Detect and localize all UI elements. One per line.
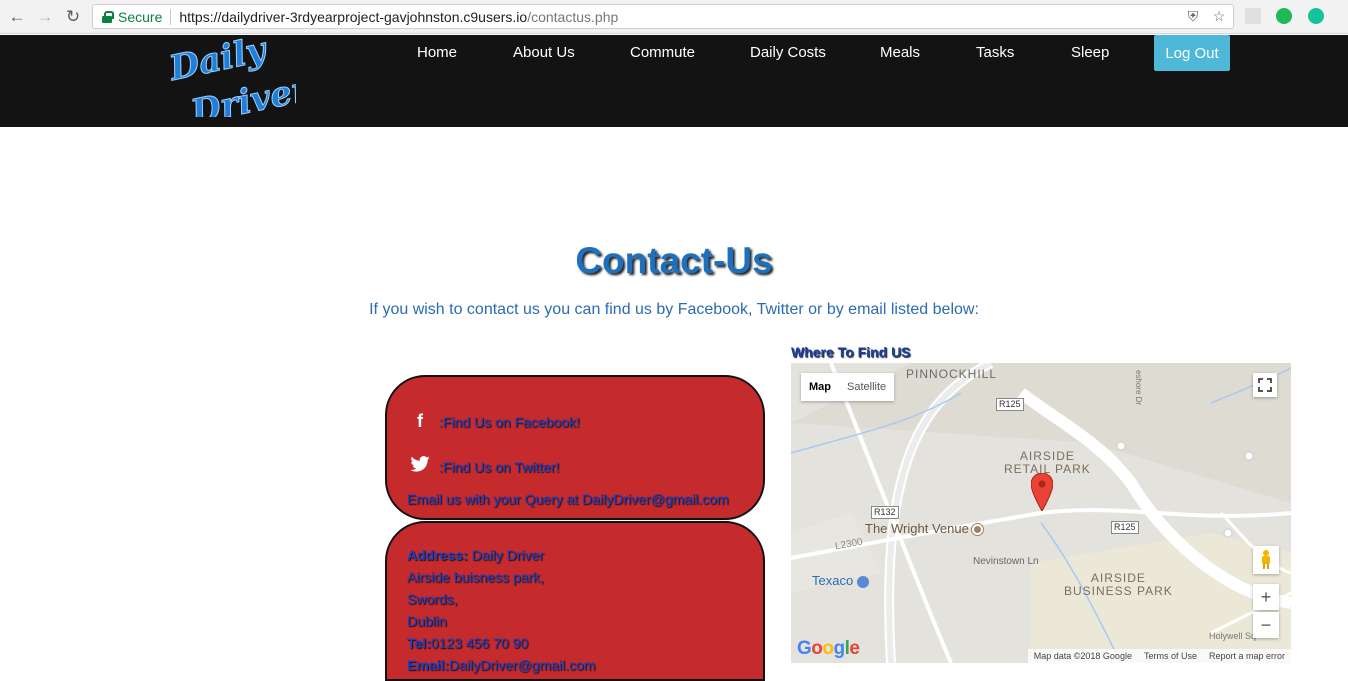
map-data-attribution: Map data ©2018 Google <box>1033 651 1132 661</box>
zoom-out-icon[interactable]: − <box>1253 612 1279 638</box>
daily-driver-logo[interactable]: Daily Driver <box>166 35 296 117</box>
google-logo[interactable]: Google <box>797 638 860 660</box>
address-line-3: Swords, <box>407 591 458 607</box>
tel-value: 0123 456 70 90 <box>430 635 529 651</box>
road-r125-north: R125 <box>996 398 1024 411</box>
facebook-icon: f <box>417 411 423 431</box>
url-host: https://dailydriver-3rdyearproject-gavjo… <box>179 8 528 25</box>
address-label: Address: <box>407 547 468 563</box>
fullscreen-icon[interactable] <box>1253 373 1277 397</box>
twitter-label: :Find Us on Twitter! <box>439 458 560 475</box>
map-type-satellite[interactable]: Satellite <box>839 373 894 401</box>
browser-toolbar: ← → ↻ Secure https://dailydriver-3rdyear… <box>0 0 1348 34</box>
map-label-nevinstown: Nevinstown Ln <box>973 556 1039 567</box>
map-label-wright-venue: The Wright Venue <box>865 521 984 536</box>
cast-icon[interactable] <box>1245 8 1261 24</box>
map-label-shore: eshore Dr <box>1134 369 1144 406</box>
map-title: Where To Find US <box>791 344 911 360</box>
map-label-texaco: Texaco <box>812 573 869 588</box>
chat-extension-icon[interactable] <box>1276 8 1292 24</box>
nav-commute[interactable]: Commute <box>630 44 695 61</box>
twitter-icon <box>409 456 431 477</box>
road-r132: R132 <box>871 506 899 519</box>
map-label-airside-business: AIRSIDE BUSINESS PARK <box>1064 571 1173 598</box>
zoom-in-icon[interactable]: + <box>1253 584 1279 610</box>
facebook-label: :Find Us on Facebook! <box>439 413 580 430</box>
twitter-link[interactable]: :Find Us on Twitter! <box>409 456 559 477</box>
facebook-link[interactable]: f :Find Us on Facebook! <box>409 411 580 432</box>
address-bar[interactable]: Secure https://dailydriver-3rdyearprojec… <box>92 4 1234 29</box>
nav-home[interactable]: Home <box>417 44 457 61</box>
logout-button[interactable]: Log Out <box>1154 35 1230 71</box>
forward-icon[interactable]: → <box>34 6 56 28</box>
map-type-control: Map Satellite <box>801 373 895 401</box>
nav-tasks[interactable]: Tasks <box>976 44 1014 61</box>
tel-label: Tel: <box>407 635 431 651</box>
nav-about-us[interactable]: About Us <box>513 44 575 61</box>
url-path: /contactus.php <box>527 8 619 25</box>
email-value[interactable]: DailyDriver@gmail.com <box>449 657 595 673</box>
email-query-text: Email us with your Query at DailyDriver@… <box>407 491 729 507</box>
address-box: Address: Daily Driver Airside buisness p… <box>385 521 765 681</box>
lock-icon <box>102 10 114 23</box>
map-terms-link[interactable]: Terms of Use <box>1144 651 1197 661</box>
back-icon[interactable]: ← <box>6 6 28 28</box>
site-header: Daily Driver Home About Us Commute Daily… <box>0 35 1348 127</box>
grammarly-icon[interactable] <box>1308 8 1324 24</box>
road-r125-east: R125 <box>1111 521 1139 534</box>
divider <box>170 8 172 25</box>
email-label: Email: <box>407 657 450 673</box>
google-map[interactable]: Map Satellite PINNOCKHILL eshore Dr R125… <box>791 363 1291 663</box>
address-line-4: Dublin <box>407 613 447 629</box>
map-type-map[interactable]: Map <box>801 373 839 401</box>
address-name: Daily Driver <box>467 547 544 563</box>
map-label-holywell: Holywell Sq <box>1209 631 1257 641</box>
shield-icon[interactable]: ⛨ <box>1185 8 1201 24</box>
map-footer: Map data ©2018 Google Terms of Use Repor… <box>1027 649 1291 663</box>
nav-meals[interactable]: Meals <box>880 44 920 61</box>
venue-icon <box>972 524 984 536</box>
nav-sleep[interactable]: Sleep <box>1071 44 1109 61</box>
social-contact-box: f :Find Us on Facebook! :Find Us on Twit… <box>385 375 765 520</box>
nav-daily-costs[interactable]: Daily Costs <box>750 44 826 61</box>
address-line-2: Airside buisness park, <box>407 569 544 585</box>
street-view-pegman-icon[interactable] <box>1253 546 1279 574</box>
intro-text: If you wish to contact us you can find u… <box>369 301 979 318</box>
page-title: Contact-Us <box>575 240 773 281</box>
map-roads <box>791 363 1291 663</box>
reload-icon[interactable]: ↻ <box>62 6 84 28</box>
fuel-icon <box>856 575 869 588</box>
secure-label: Secure <box>118 8 163 25</box>
map-marker-icon[interactable] <box>1031 473 1053 511</box>
star-icon[interactable]: ☆ <box>1211 8 1227 24</box>
map-report-error-link[interactable]: Report a map error <box>1209 651 1285 661</box>
map-label-pinnockhill: PINNOCKHILL <box>906 367 998 381</box>
